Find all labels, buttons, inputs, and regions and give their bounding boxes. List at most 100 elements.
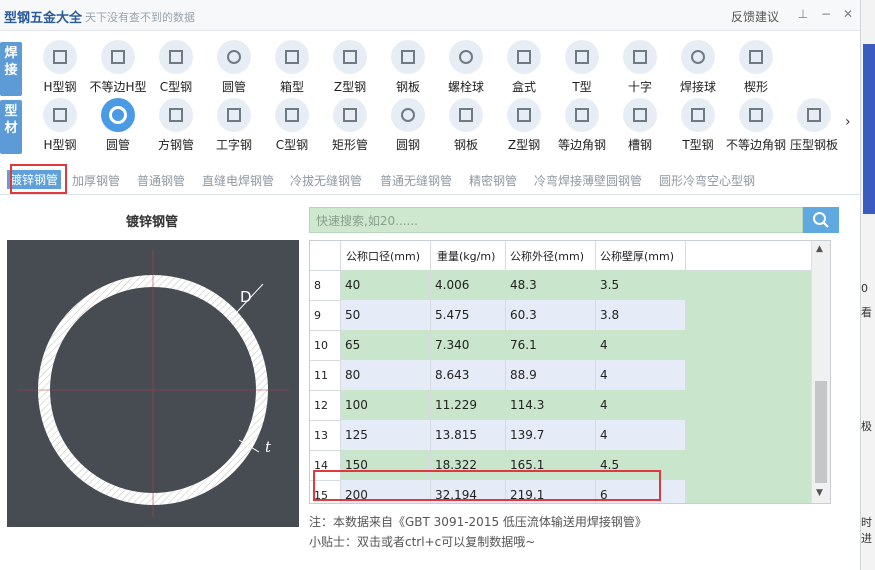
profile-shape-item-4[interactable]: C型钢 bbox=[262, 98, 322, 154]
profile-shape-label: H型钢 bbox=[43, 138, 77, 152]
shape-glyph-icon bbox=[749, 50, 763, 64]
pin-icon[interactable]: ⊥ bbox=[795, 6, 811, 22]
weld-shape-item-7[interactable]: 螺栓球 bbox=[436, 40, 496, 96]
table-cell[interactable]: 5.475 bbox=[435, 308, 469, 322]
table-cell[interactable]: 4 bbox=[600, 338, 608, 352]
table-cell[interactable]: 76.1 bbox=[510, 338, 537, 352]
pipe-cross-section: D t bbox=[17, 250, 289, 517]
tab-cold-bent-hollow[interactable]: 圆形冷弯空心型钢 bbox=[659, 172, 755, 189]
table-row[interactable]: 11 80 8.643 88.9 4 bbox=[310, 360, 685, 391]
table-cell[interactable]: 7.340 bbox=[435, 338, 469, 352]
profile-shape-item-10[interactable]: 槽钢 bbox=[610, 98, 670, 154]
tab-cold-drawn-seamless[interactable]: 冷拔无缝钢管 bbox=[290, 172, 362, 189]
table-cell[interactable]: 13.815 bbox=[435, 428, 477, 442]
table-cell[interactable]: 60.3 bbox=[510, 308, 537, 322]
weld-shape-label: 盒式 bbox=[511, 80, 536, 94]
minimize-icon[interactable]: − bbox=[818, 6, 834, 22]
profile-shape-item-9[interactable]: 等边角钢 bbox=[552, 98, 612, 154]
search-button[interactable] bbox=[803, 207, 839, 233]
weld-shape-item-8[interactable]: 盒式 bbox=[494, 40, 554, 96]
table-row[interactable]: 12 100 11.229 114.3 4 bbox=[310, 390, 685, 421]
profile-shape-icon bbox=[391, 40, 425, 74]
profile-shape-icon bbox=[797, 98, 831, 132]
weld-shape-label: 十字 bbox=[627, 80, 652, 94]
tab-straight-seam-pipe[interactable]: 直缝电焊钢管 bbox=[202, 172, 274, 189]
profile-shape-item-7[interactable]: 钢板 bbox=[436, 98, 496, 154]
header-wall-thickness[interactable]: 公称壁厚(mm) bbox=[600, 248, 674, 264]
weld-shape-item-11[interactable]: 焊接球 bbox=[668, 40, 728, 96]
profile-shape-item-5[interactable]: 矩形管 bbox=[320, 98, 380, 154]
profile-shape-item-0[interactable]: H型钢 bbox=[30, 98, 90, 154]
weld-shape-item-4[interactable]: 箱型 bbox=[262, 40, 322, 96]
side-window: 0 看 极 时进 bbox=[860, 0, 875, 570]
tab-ordinary-pipe[interactable]: 普通钢管 bbox=[137, 172, 185, 189]
table-cell[interactable]: 3.8 bbox=[600, 308, 619, 322]
profile-shape-item-8[interactable]: Z型钢 bbox=[494, 98, 554, 154]
shape-glyph-icon bbox=[169, 108, 183, 122]
table-row[interactable]: 13 125 13.815 139.7 4 bbox=[310, 420, 685, 451]
table-row[interactable]: 10 65 7.340 76.1 4 bbox=[310, 330, 685, 361]
weld-shape-item-6[interactable]: 钢板 bbox=[378, 40, 438, 96]
table-cell[interactable]: 3.5 bbox=[600, 278, 619, 292]
profile-shape-item-11[interactable]: T型钢 bbox=[668, 98, 728, 154]
tab-thickened-pipe[interactable]: 加厚钢管 bbox=[72, 172, 120, 189]
table-cell[interactable]: 50 bbox=[345, 308, 360, 322]
feedback-link[interactable]: 反馈建议 bbox=[731, 8, 779, 25]
weld-shape-item-1[interactable]: 不等边H型 bbox=[88, 40, 148, 96]
weld-shape-item-12[interactable]: 楔形 bbox=[726, 40, 786, 96]
shape-glyph-icon bbox=[53, 108, 67, 122]
profile-shape-item-6[interactable]: 圆钢 bbox=[378, 98, 438, 154]
weld-shape-item-3[interactable]: 圆管 bbox=[204, 40, 264, 96]
table-row[interactable]: 9 50 5.475 60.3 3.8 bbox=[310, 300, 685, 331]
scroll-up-icon[interactable]: ▲ bbox=[816, 244, 823, 254]
table-cell[interactable]: 8.643 bbox=[435, 368, 469, 382]
table-empty-area bbox=[685, 241, 811, 503]
table-cell[interactable]: 48.3 bbox=[510, 278, 537, 292]
search-input[interactable]: 快速搜索,如20...... bbox=[309, 207, 803, 233]
scroll-down-icon[interactable]: ▼ bbox=[816, 488, 823, 498]
category-weld[interactable]: 焊接 bbox=[0, 42, 22, 96]
header-nominal-diameter[interactable]: 公称口径(mm) bbox=[346, 248, 420, 264]
table-scrollbar[interactable]: ▲ ▼ bbox=[811, 241, 830, 503]
category-profile[interactable]: 型材 bbox=[0, 100, 22, 154]
weld-shape-item-0[interactable]: H型钢 bbox=[30, 40, 90, 96]
scroll-thumb[interactable] bbox=[815, 381, 827, 483]
tab-cold-bent-thin-wall[interactable]: 冷弯焊接薄壁圆钢管 bbox=[534, 172, 642, 189]
profile-shape-icon bbox=[333, 98, 367, 132]
header-weight[interactable]: 重量(kg/m) bbox=[437, 248, 495, 264]
table-cell[interactable]: 4 bbox=[600, 398, 608, 412]
table-cell[interactable]: 88.9 bbox=[510, 368, 537, 382]
table-cell[interactable]: 40 bbox=[345, 278, 360, 292]
table-cell[interactable]: 139.7 bbox=[510, 428, 544, 442]
tab-ordinary-seamless[interactable]: 普通无缝钢管 bbox=[380, 172, 452, 189]
close-icon[interactable]: ✕ bbox=[840, 6, 856, 22]
table-cell[interactable]: 80 bbox=[345, 368, 360, 382]
data-table[interactable]: 公称口径(mm) 重量(kg/m) 公称外径(mm) 公称壁厚(mm) 8 40 4… bbox=[309, 240, 831, 504]
table-row[interactable]: 8 40 4.006 48.3 3.5 bbox=[310, 270, 685, 301]
weld-shape-item-9[interactable]: T型 bbox=[552, 40, 612, 96]
table-cell[interactable]: 11.229 bbox=[435, 398, 477, 412]
profile-shape-item-12[interactable]: 不等边角钢 bbox=[726, 98, 786, 154]
chevron-right-icon[interactable]: › bbox=[845, 114, 851, 130]
weld-shape-item-5[interactable]: Z型钢 bbox=[320, 40, 380, 96]
table-cell[interactable]: 4 bbox=[600, 428, 608, 442]
table-cell[interactable]: 4 bbox=[600, 368, 608, 382]
table-cell[interactable]: 100 bbox=[345, 398, 368, 412]
header-outer-diameter[interactable]: 公称外径(mm) bbox=[510, 248, 584, 264]
profile-shape-item-13[interactable]: 压型钢板 bbox=[784, 98, 844, 154]
table-cell[interactable]: 4.006 bbox=[435, 278, 469, 292]
tab-precision-pipe[interactable]: 精密钢管 bbox=[469, 172, 517, 189]
search-icon bbox=[813, 212, 829, 228]
profile-shape-label: 压型钢板 bbox=[789, 138, 838, 152]
side-text-4: 时进 bbox=[861, 516, 872, 545]
weld-shape-item-10[interactable]: 十字 bbox=[610, 40, 670, 96]
table-cell[interactable]: 125 bbox=[345, 428, 368, 442]
profile-shape-item-2[interactable]: 方钢管 bbox=[146, 98, 206, 154]
profile-shape-icon bbox=[565, 98, 599, 132]
weld-shape-item-2[interactable]: C型钢 bbox=[146, 40, 206, 96]
shape-glyph-icon bbox=[285, 108, 299, 122]
table-cell[interactable]: 114.3 bbox=[510, 398, 544, 412]
profile-shape-item-1[interactable]: 圆管 bbox=[88, 98, 148, 154]
profile-shape-item-3[interactable]: 工字钢 bbox=[204, 98, 264, 154]
table-cell[interactable]: 65 bbox=[345, 338, 360, 352]
